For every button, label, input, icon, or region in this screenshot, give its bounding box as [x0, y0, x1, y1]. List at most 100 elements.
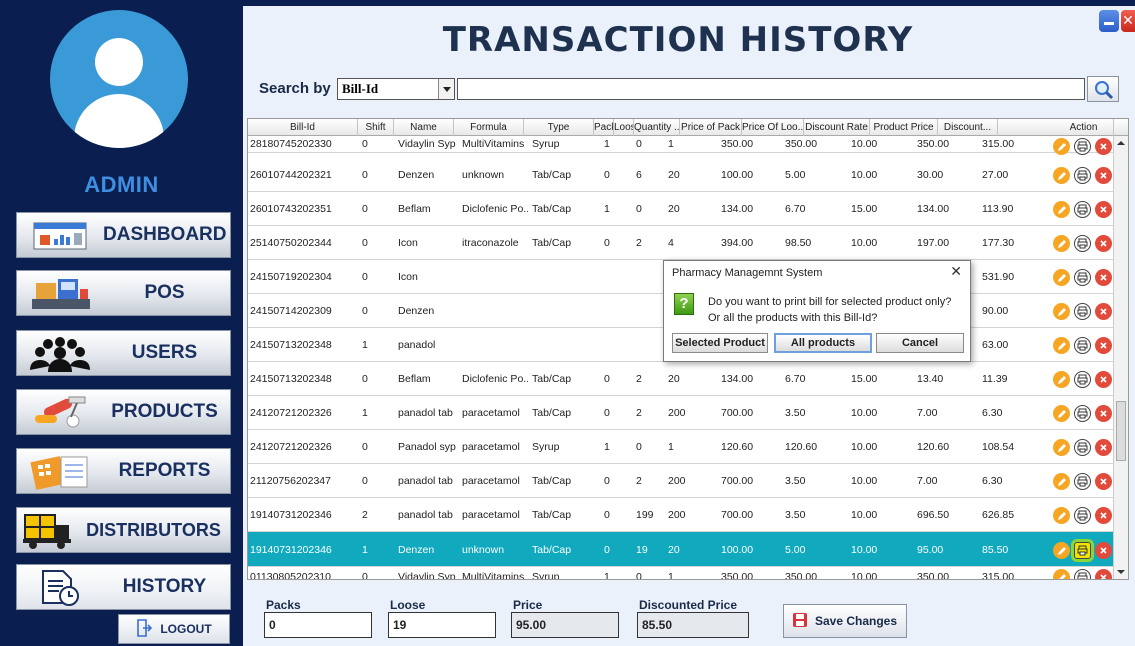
edit-pencil-icon[interactable]	[1053, 371, 1070, 388]
edit-pencil-icon[interactable]	[1053, 167, 1070, 184]
table-row[interactable]: 24120721202326 0 Panadol syp paracetamol Syr…	[248, 430, 1114, 464]
scroll-down-icon[interactable]	[1116, 567, 1126, 577]
table-row[interactable]: 26010744202321 0 Denzen unknown Tab/Cap 0 6 20 1…	[248, 158, 1114, 192]
column-header[interactable]: Bill-Id	[248, 119, 358, 136]
print-icon[interactable]	[1074, 235, 1091, 252]
table-cell: 1	[604, 571, 610, 580]
dialog-close-icon[interactable]: ✕	[950, 263, 962, 280]
edit-pencil-icon[interactable]	[1053, 542, 1070, 559]
delete-icon[interactable]	[1095, 507, 1112, 524]
edit-pencil-icon[interactable]	[1053, 405, 1070, 422]
minimize-button[interactable]	[1099, 10, 1119, 32]
column-header[interactable]: Discount Rate	[804, 119, 870, 136]
selected-product-button[interactable]: Selected Product	[672, 333, 768, 353]
edit-pencil-icon[interactable]	[1053, 138, 1070, 155]
table-cell: Tab/Cap	[532, 237, 572, 249]
delete-icon[interactable]	[1095, 473, 1112, 490]
delete-icon[interactable]	[1095, 201, 1112, 218]
nav-distributors-button[interactable]: DISTRIBUTORS	[16, 507, 231, 553]
column-header[interactable]: Action	[1054, 119, 1114, 136]
scroll-up-icon[interactable]	[1116, 138, 1126, 148]
table-cell: 1	[604, 441, 610, 453]
nav-dashboard-button[interactable]: DASHBOARD	[16, 212, 231, 258]
edit-pencil-icon[interactable]	[1053, 201, 1070, 218]
column-header[interactable]: Quantity ...	[634, 119, 680, 136]
table-row[interactable]: 26010743202351 0 Beflam Diclofenic Po... Tab…	[248, 192, 1114, 226]
column-header[interactable]: Type	[524, 119, 594, 136]
table-row[interactable]: 24120721202326 1 panadol tab paracetamol Tab…	[248, 396, 1114, 430]
table-row[interactable]: 28180745202330 0 Vidaylin Syp MultiVitamins…	[248, 136, 1114, 155]
column-header[interactable]: Price of Pack	[680, 119, 742, 136]
print-icon[interactable]	[1074, 507, 1091, 524]
print-icon[interactable]	[1071, 539, 1094, 562]
delete-icon[interactable]	[1095, 439, 1112, 456]
print-icon[interactable]	[1074, 473, 1091, 490]
column-header[interactable]: Product Price	[870, 119, 938, 136]
delete-icon[interactable]	[1095, 303, 1112, 320]
delete-icon[interactable]	[1095, 569, 1112, 579]
cancel-button[interactable]: Cancel	[876, 333, 964, 353]
print-icon[interactable]	[1074, 569, 1091, 579]
edit-pencil-icon[interactable]	[1053, 473, 1070, 490]
column-header[interactable]: Formula	[454, 119, 524, 136]
nav-reports-button[interactable]: REPORTS	[16, 448, 231, 494]
delete-icon[interactable]	[1095, 167, 1112, 184]
table-row[interactable]: 21120756202347 0 panadol tab paracetamol Tab…	[248, 464, 1114, 498]
scroll-thumb[interactable]	[1116, 401, 1126, 461]
nav-history-button[interactable]: HISTORY	[16, 564, 231, 610]
print-icon[interactable]	[1074, 269, 1091, 286]
nav-users-button[interactable]: USERS	[16, 330, 231, 376]
print-icon[interactable]	[1074, 371, 1091, 388]
column-header[interactable]: Discount...	[938, 119, 998, 136]
delete-icon[interactable]	[1095, 235, 1112, 252]
print-icon[interactable]	[1074, 303, 1091, 320]
edit-pencil-icon[interactable]	[1053, 337, 1070, 354]
print-icon[interactable]	[1074, 201, 1091, 218]
nav-pos-button[interactable]: POS	[16, 270, 231, 316]
table-row[interactable]: 25140750202344 0 Icon itraconazole Tab/Cap 0 2…	[248, 226, 1114, 260]
table-row[interactable]: 19140731202346 2 panadol tab paracetamol Tab…	[248, 498, 1114, 532]
delete-icon[interactable]	[1095, 405, 1112, 422]
delete-icon[interactable]	[1095, 269, 1112, 286]
loose-input[interactable]: 19	[388, 612, 496, 638]
table-cell: 134.00	[721, 373, 754, 385]
column-header[interactable]: Shift	[358, 119, 394, 136]
print-icon[interactable]	[1074, 439, 1091, 456]
save-changes-button[interactable]: Save Changes	[783, 604, 907, 638]
table-cell: 696.50	[917, 509, 950, 521]
all-products-button[interactable]: All products	[774, 333, 872, 353]
vertical-scrollbar[interactable]	[1113, 136, 1128, 579]
column-header[interactable]: Packs	[594, 119, 614, 136]
delete-icon[interactable]	[1095, 138, 1112, 155]
table-row[interactable]: 19140731202346 1 Denzen unknown Tab/Cap 0 19 20…	[248, 532, 1114, 567]
print-icon[interactable]	[1074, 405, 1091, 422]
column-header[interactable]: Name	[394, 119, 454, 136]
edit-pencil-icon[interactable]	[1053, 269, 1070, 286]
search-input[interactable]	[457, 78, 1085, 100]
table-cell: panadol tab	[398, 509, 453, 521]
column-header[interactable]: Price Of Loo...	[742, 119, 804, 136]
packs-input[interactable]: 0	[264, 612, 372, 638]
edit-pencil-icon[interactable]	[1053, 303, 1070, 320]
table-cell: 1	[362, 339, 368, 351]
table-row[interactable]: 01130805202310 0 Vidaylin Syp MultiVitamins…	[248, 567, 1114, 580]
column-header[interactable]: Loose	[614, 119, 634, 136]
edit-pencil-icon[interactable]	[1053, 569, 1070, 579]
delete-icon[interactable]	[1095, 337, 1112, 354]
edit-pencil-icon[interactable]	[1053, 507, 1070, 524]
print-icon[interactable]	[1074, 138, 1091, 155]
edit-pencil-icon[interactable]	[1053, 439, 1070, 456]
table-row[interactable]: 24150713202348 0 Beflam Diclofenic Po... Tab…	[248, 362, 1114, 396]
search-field-select[interactable]: Bill-Id	[337, 78, 455, 100]
nav-products-button[interactable]: PRODUCTS	[16, 389, 231, 435]
edit-pencil-icon[interactable]	[1053, 235, 1070, 252]
print-icon[interactable]	[1074, 167, 1091, 184]
print-icon[interactable]	[1074, 337, 1091, 354]
table-cell: 626.85	[982, 509, 1015, 521]
delete-icon[interactable]	[1095, 371, 1112, 388]
logout-button[interactable]: LOGOUT	[118, 614, 230, 644]
table-cell: 0	[604, 544, 610, 556]
search-button[interactable]	[1087, 76, 1119, 102]
delete-icon[interactable]	[1095, 542, 1112, 559]
close-button[interactable]: ✕	[1121, 10, 1135, 32]
